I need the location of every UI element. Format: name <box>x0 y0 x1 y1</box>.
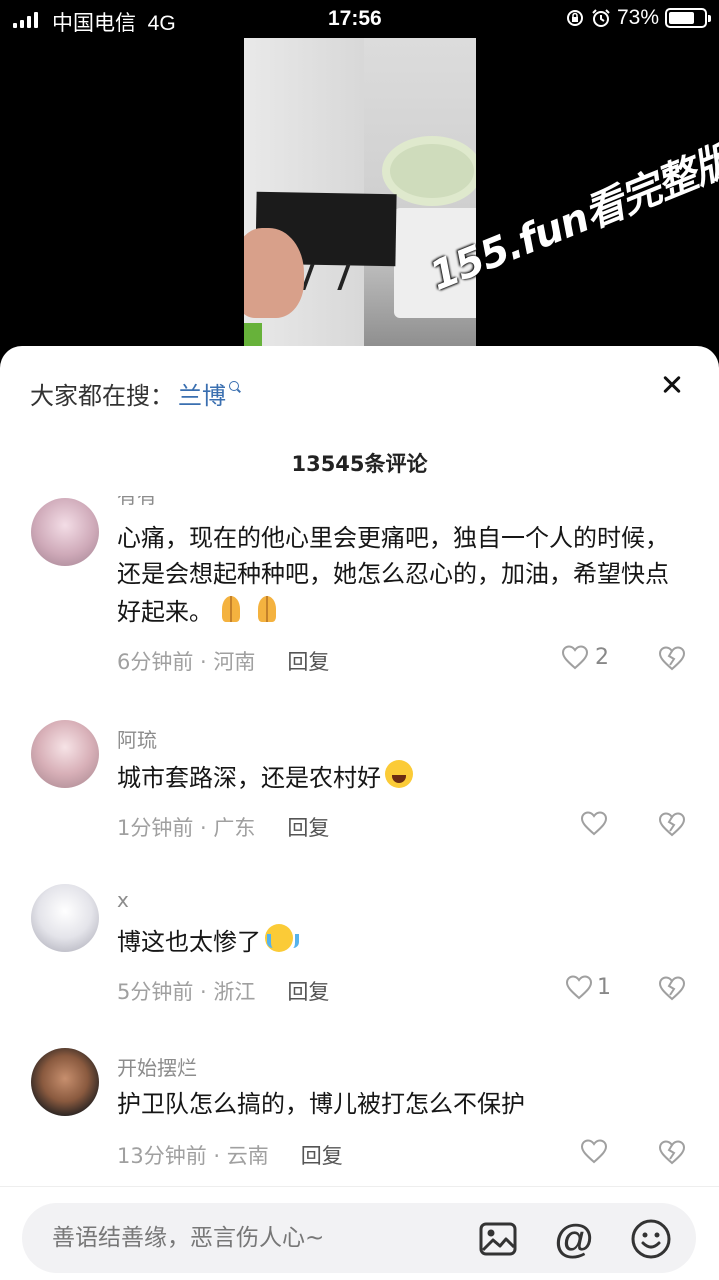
status-icons: 73% <box>565 6 711 30</box>
heart-icon <box>565 975 593 1000</box>
emoji-icon[interactable] <box>630 1218 672 1260</box>
crying-face-icon <box>261 922 299 956</box>
comment-text: 博这也太惨了 <box>117 922 677 960</box>
like-button[interactable] <box>580 810 608 836</box>
battery-fill <box>669 12 694 24</box>
like-button[interactable] <box>580 1138 608 1164</box>
like-count: 2 <box>595 644 609 670</box>
avatar[interactable] <box>31 884 99 952</box>
comment-count: 13545条评论 <box>291 452 428 476</box>
close-button[interactable] <box>655 368 689 402</box>
avatar[interactable] <box>31 1048 99 1116</box>
comment-time-location: 5分钟前 · 浙江 <box>117 980 256 1004</box>
clock: 17:56 <box>328 7 382 30</box>
like-button[interactable]: 1 <box>565 974 611 1000</box>
comment-username[interactable]: 开始摆烂 <box>117 1052 197 1081</box>
mention-icon[interactable]: @ <box>553 1218 595 1260</box>
trending-prefix: 大家都在搜： <box>30 382 174 410</box>
comment-username[interactable]: 有有 <box>117 496 157 509</box>
alarm-icon <box>592 9 610 27</box>
signal-icon <box>13 12 38 28</box>
comment-text: 城市套路深，还是农村好 <box>117 758 677 796</box>
comment-username[interactable]: 阿琉 <box>117 724 157 753</box>
comment-body: 城市套路深，还是农村好 <box>117 764 381 792</box>
network-type: 4G <box>147 12 176 35</box>
comment-time-location: 13分钟前 · 云南 <box>117 1144 269 1168</box>
heart-icon <box>580 811 608 836</box>
video-frame-object <box>244 323 262 348</box>
rotation-lock-icon <box>566 10 583 26</box>
battery-icon <box>665 8 711 28</box>
avatar[interactable] <box>31 498 99 566</box>
trending-search[interactable]: 大家都在搜： 兰博 <box>30 376 242 411</box>
carrier-label: 中国电信 4G <box>52 7 176 37</box>
comment-username[interactable]: x <box>117 888 129 912</box>
reply-button[interactable]: 回复 <box>287 646 329 676</box>
comment-list[interactable]: 有有 心痛，现在的他心里会更痛吧，独自一个人的时候，还是会想起种种吧，她怎么忍心… <box>0 496 719 1182</box>
folded-hands-icon <box>249 592 285 626</box>
comment-body: 博这也太惨了 <box>117 928 261 956</box>
comment-text: 护卫队怎么搞的，博儿被打怎么不保护 <box>117 1090 525 1118</box>
comment-input-bar: @ <box>0 1186 719 1280</box>
comment-text: 心痛，现在的他心里会更痛吧，独自一个人的时候，还是会想起种种吧，她怎么忍心的，加… <box>117 520 677 630</box>
comment-meta: 6分钟前 · 河南 回复 <box>117 646 329 676</box>
reply-button[interactable]: 回复 <box>287 812 329 842</box>
heart-icon <box>580 1139 608 1164</box>
avatar[interactable] <box>31 720 99 788</box>
carrier-name: 中国电信 <box>52 12 136 35</box>
like-button[interactable]: 2 <box>561 644 609 670</box>
broken-heart-icon[interactable] <box>657 1138 687 1166</box>
broken-heart-icon[interactable] <box>657 644 687 672</box>
comment-input-container[interactable]: @ <box>22 1203 696 1273</box>
broken-heart-icon[interactable] <box>657 974 687 1002</box>
heart-icon <box>561 645 589 670</box>
like-count: 1 <box>597 974 611 1000</box>
reply-button[interactable]: 回复 <box>301 1140 343 1170</box>
comment-time-location: 1分钟前 · 广东 <box>117 816 256 840</box>
comment-meta: 1分钟前 · 广东 回复 <box>117 812 329 842</box>
comment-meta: 13分钟前 · 云南 回复 <box>117 1140 343 1170</box>
trending-keyword[interactable]: 兰博 <box>178 376 226 411</box>
comment-input[interactable] <box>52 1203 442 1273</box>
broken-heart-icon[interactable] <box>657 810 687 838</box>
comment-meta: 5分钟前 · 浙江 回复 <box>117 976 329 1006</box>
laughing-tears-icon <box>381 758 417 792</box>
search-icon <box>229 381 242 394</box>
folded-hands-icon <box>213 592 249 626</box>
battery-percent: 73% <box>616 6 659 29</box>
status-bar: 中国电信 4G 17:56 73% <box>0 0 719 40</box>
reply-button[interactable]: 回复 <box>287 976 329 1006</box>
comment-sheet: 大家都在搜： 兰博 13545条评论 有有 心痛，现在的他心里会更痛吧，独自一个… <box>0 346 719 1280</box>
comment-body: 心痛，现在的他心里会更痛吧，独自一个人的时候，还是会想起种种吧，她怎么忍心的，加… <box>117 524 669 626</box>
comment-time-location: 6分钟前 · 河南 <box>117 650 256 674</box>
image-icon[interactable] <box>477 1218 519 1260</box>
